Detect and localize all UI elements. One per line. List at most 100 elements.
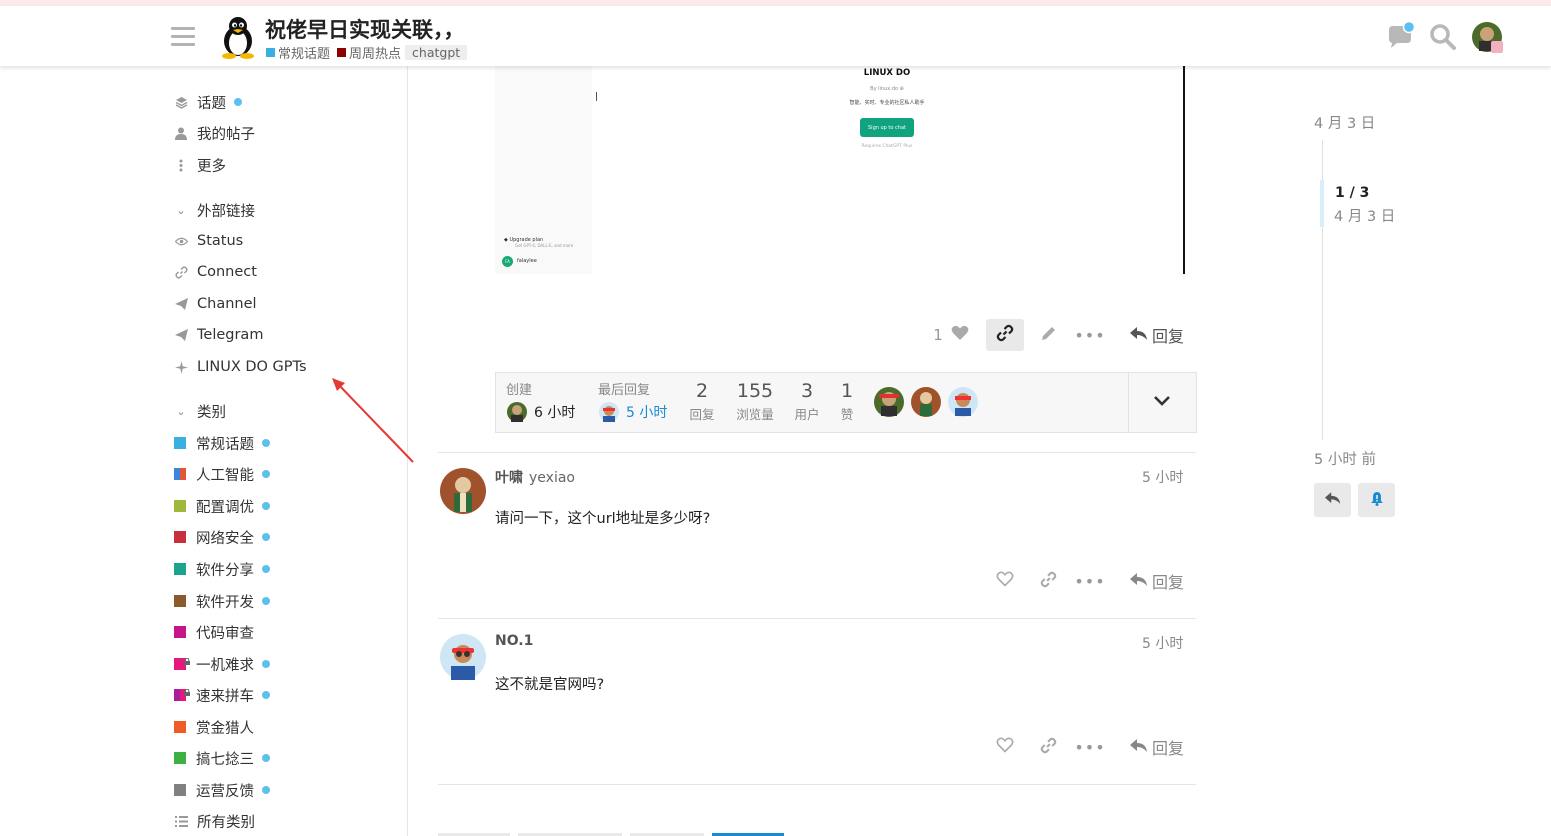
category-link[interactable]: 常规话题 [278,43,330,62]
hamburger-menu-icon[interactable] [171,27,195,47]
sidebar-category-item[interactable]: 配置调优 [174,495,270,517]
reply-button[interactable]: 回复 [1124,321,1190,349]
sidebar-category-item[interactable]: 运营反馈 [174,779,270,801]
sidebar-item-label: Connect [197,264,257,280]
embedded-cursor [596,92,597,101]
sidebar-item-channel[interactable]: Channel [174,293,257,315]
sidebar-section-categories[interactable]: ⌄ 类别 [174,400,226,422]
avatar[interactable] [910,386,942,418]
sidebar-item-more[interactable]: 更多 [174,154,226,176]
category-color-swatch [174,595,186,607]
sidebar-category-item[interactable]: 速来拼车 [174,684,270,706]
user-avatar[interactable] [1471,21,1505,55]
reply-label: 回复 [1151,573,1184,592]
sidebar-item-label: 运营反馈 [196,783,254,800]
link-icon [174,265,188,279]
sidebar-item-connect[interactable]: Connect [174,261,257,283]
post-date[interactable]: 5 小时 [1142,467,1183,487]
reply-label: 回复 [1151,739,1184,758]
sidebar-section-external-links[interactable]: ⌄ 外部链接 [174,199,255,221]
sidebar-item-label: Channel [197,296,257,312]
timeline-end-date[interactable]: 5 小时 前 [1314,448,1376,469]
copy-link-button[interactable] [1034,567,1062,595]
sidebar-item-label: 常规话题 [196,436,254,453]
more-vertical-icon [174,158,188,172]
sidebar-item-label: 软件开发 [196,594,254,611]
more-actions-button[interactable]: ••• [1074,321,1104,349]
sparkle-icon [174,360,188,374]
unread-dot [262,754,270,762]
timeline-start-date[interactable]: 4 月 3 日 [1314,112,1375,133]
like-button[interactable] [990,567,1020,595]
sidebar-category-item[interactable]: 网络安全 [174,526,270,548]
tag-chatgpt[interactable]: chatgpt [405,45,468,60]
chat-icon[interactable] [1386,20,1416,52]
sidebar-category-item[interactable]: 常规话题 [174,432,270,454]
post-author[interactable]: NO.1 [495,633,533,649]
chevron-down-icon: ⌄ [176,404,186,418]
site-header: 祝佬早日实现关联，， 常规话题 周周热点 chatgpt [0,6,1551,66]
edit-button[interactable] [1034,321,1062,349]
sidebar-item-status[interactable]: Status [174,230,243,252]
more-actions-button[interactable]: ••• [1074,567,1106,595]
timeline-reply-button[interactable] [1314,483,1351,517]
sidebar-category-item[interactable]: 软件分享 [174,558,270,580]
sidebar-item-label: LINUX DO GPTs [197,359,307,375]
sidebar-item-label: 人工智能 [196,467,254,484]
lock-icon [184,684,190,696]
tux-logo[interactable] [220,15,256,59]
avatar[interactable] [440,634,486,680]
avatar[interactable] [873,386,905,418]
stat-views-label: 浏览量 [736,407,774,422]
chevron-down-icon [1154,394,1170,410]
sidebar-category-item[interactable]: 软件开发 [174,590,270,612]
timeline-handle[interactable] [1320,180,1324,227]
notification-button[interactable] [1358,483,1395,517]
like-button[interactable]: 1 [926,320,976,350]
sidebar-category-item[interactable]: 赏金猎人 [174,716,254,738]
avatar[interactable] [440,468,486,514]
sidebar-category-item[interactable]: 一机难求 [174,653,270,675]
expand-topic-map-button[interactable] [1136,385,1188,419]
more-horizontal-icon: ••• [1074,571,1106,591]
sidebar-item-linux-do-gpts[interactable]: LINUX DO GPTs [174,356,307,378]
sidebar-category-item[interactable]: 人工智能 [174,463,270,485]
stat-likes-count: 1 [840,380,854,402]
created-info[interactable]: 6 小时 [506,401,575,423]
divider [1128,373,1129,432]
post-author[interactable]: 叶啸 yexiao [495,467,575,487]
embedded-signup-button: Sign up to chat [860,118,914,137]
more-actions-button[interactable]: ••• [1074,733,1104,761]
like-button[interactable] [990,733,1020,761]
heart-outline-icon [996,571,1014,591]
last-reply-info[interactable]: 5 小时 [598,401,667,423]
topic-map: 创建 6 小时 最后回复 5 小时 2 回复 155 浏览量 3 用户 1 赞 [495,372,1197,433]
reply-icon [1129,738,1148,757]
subcategory-link[interactable]: 周周热点 [349,43,401,62]
reply-icon [1129,326,1148,345]
copy-link-button[interactable] [1034,733,1062,761]
sidebar-item-all-categories[interactable]: 所有类别 [174,810,255,832]
embedded-requires-note: Requires ChatGPT Plus [861,144,913,149]
sidebar-item-label: 我的帖子 [197,126,255,143]
post-date[interactable]: 5 小时 [1142,633,1183,653]
topic-title[interactable]: 祝佬早日实现关联，， [265,14,465,44]
search-icon[interactable] [1428,22,1458,52]
sidebar-item-telegram[interactable]: Telegram [174,324,263,346]
unread-dot [262,597,270,605]
reply-button[interactable]: 回复 [1124,567,1190,595]
sidebar-item-my-posts[interactable]: 我的帖子 [174,122,255,144]
category-color-swatch [174,784,186,796]
avatar[interactable] [947,386,979,418]
sidebar-item-label: 话题 [197,95,226,112]
unread-dot [262,565,270,573]
sidebar-item-label: 赏金猎人 [196,720,254,737]
sidebar-category-item[interactable]: 搞七捻三 [174,747,270,769]
reply-button[interactable]: 回复 [1124,733,1190,761]
sidebar-item-label: Telegram [197,327,264,343]
category-color-swatch [174,437,186,449]
reply-icon [1129,572,1148,591]
copy-link-button[interactable] [986,319,1024,351]
sidebar-item-topics[interactable]: 话题 [174,91,242,113]
sidebar-category-item[interactable]: 代码审查 [174,621,254,643]
